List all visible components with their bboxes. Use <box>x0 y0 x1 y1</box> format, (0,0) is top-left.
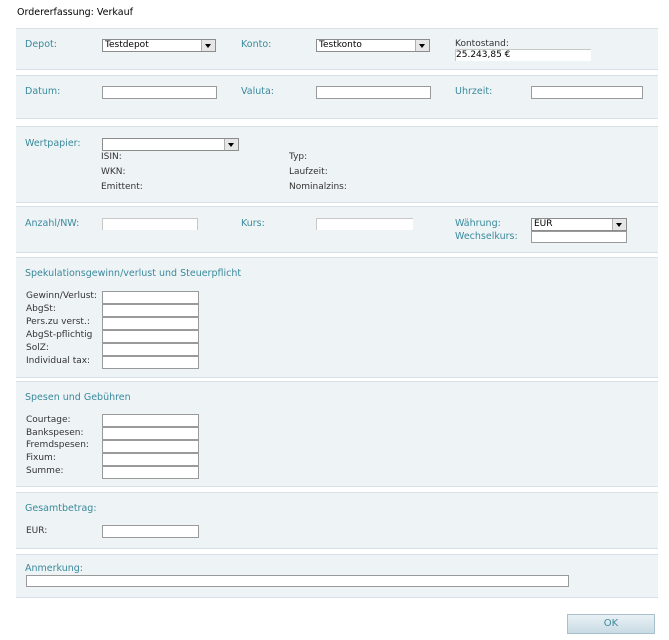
kurs-label: Kurs: <box>241 218 265 229</box>
anmerkung-input[interactable] <box>26 575 569 587</box>
spesen-heading: Spesen und Gebühren <box>25 392 131 403</box>
gesamt-panel: Gesamtbetrag: EUR: <box>16 492 658 549</box>
pers-label: Pers.zu verst.: <box>26 317 90 327</box>
kontostand-value: 25.243,85 € <box>456 50 511 60</box>
ok-button[interactable]: OK <box>567 614 655 634</box>
depot-select[interactable]: Testdepot <box>102 39 216 52</box>
courtage-input[interactable] <box>102 414 199 427</box>
waehrung-select[interactable]: EUR <box>531 218 627 231</box>
solz-label: SolZ: <box>26 343 49 353</box>
solz-input[interactable] <box>102 343 199 356</box>
wertpapier-label: Wertpapier: <box>25 138 81 149</box>
individual-tax-label: Individual tax: <box>26 356 91 366</box>
konto-value: Testkonto <box>319 40 362 50</box>
pers-input[interactable] <box>102 317 199 330</box>
gesamt-eur-input[interactable] <box>102 525 199 538</box>
gewinn-input[interactable] <box>102 291 199 304</box>
wkn-label: WKN: <box>101 167 126 177</box>
kontostand-label: Kontostand: <box>455 39 509 49</box>
kurs-input[interactable] <box>316 218 413 230</box>
fremdspesen-label: Fremdspesen: <box>26 440 89 450</box>
individual-tax-input[interactable] <box>102 356 199 369</box>
depot-value: Testdepot <box>105 40 149 50</box>
fixum-input[interactable] <box>102 453 199 466</box>
waehrung-value: EUR <box>534 219 553 229</box>
gesamt-heading: Gesamtbetrag: <box>25 503 97 514</box>
depot-label: Depot: <box>25 39 57 50</box>
fixum-label: Fixum: <box>26 453 56 463</box>
eur-label: EUR: <box>26 526 48 536</box>
order-panel: Anzahl/NW: Kurs: Währung: EUR Wechselkur… <box>16 206 658 253</box>
typ-label: Typ: <box>289 152 308 162</box>
wertpapier-select[interactable] <box>102 138 239 151</box>
konto-select[interactable]: Testkonto <box>316 39 430 52</box>
anzahl-label: Anzahl/NW: <box>25 218 80 229</box>
isin-label: ISIN: <box>101 152 122 162</box>
uhrzeit-input[interactable] <box>531 86 643 99</box>
courtage-label: Courtage: <box>26 415 71 425</box>
datum-input[interactable] <box>102 86 217 99</box>
anmerkung-panel: Anmerkung: <box>16 554 658 598</box>
chevron-down-icon[interactable] <box>415 40 429 51</box>
date-panel: Datum: Valuta: Uhrzeit: <box>16 75 658 119</box>
chevron-down-icon[interactable] <box>612 219 626 230</box>
chevron-down-icon[interactable] <box>201 40 215 51</box>
abgst-pflichtig-label: AbgSt-pflichtig <box>26 330 93 340</box>
fremdspesen-input[interactable] <box>102 440 199 453</box>
spekulation-heading: Spekulationsgewinn/verlust und Steuerpfl… <box>25 268 242 279</box>
valuta-label: Valuta: <box>241 86 274 97</box>
summe-input[interactable] <box>102 466 199 479</box>
abgst-label: AbgSt: <box>26 304 56 314</box>
spekulation-panel: Spekulationsgewinn/verlust und Steuerpfl… <box>16 257 658 378</box>
chevron-down-icon[interactable] <box>224 139 238 150</box>
bankspesen-label: Bankspesen: <box>26 428 84 438</box>
abgst-pflichtig-input[interactable] <box>102 330 199 343</box>
konto-label: Konto: <box>241 39 272 50</box>
abgst-input[interactable] <box>102 304 199 317</box>
gewinn-label: Gewinn/Verlust: <box>26 291 97 301</box>
wechselkurs-input[interactable] <box>531 231 627 243</box>
bankspesen-input[interactable] <box>102 427 199 440</box>
anzahl-input[interactable] <box>102 218 198 230</box>
nominalzins-label: Nominalzins: <box>289 182 347 192</box>
uhrzeit-label: Uhrzeit: <box>455 86 493 97</box>
account-panel: Depot: Testdepot Konto: Testkonto Kontos… <box>16 28 658 70</box>
kontostand-field: 25.243,85 € <box>455 49 591 61</box>
summe-label: Summe: <box>26 466 64 476</box>
wertpapier-panel: Wertpapier: ISIN: WKN: Emittent: Typ: La… <box>16 126 658 203</box>
anmerkung-label: Anmerkung: <box>25 563 84 574</box>
emittent-label: Emittent: <box>101 182 143 192</box>
spesen-panel: Spesen und Gebühren Courtage: Bankspesen… <box>16 381 658 487</box>
waehrung-label: Währung: <box>455 218 501 229</box>
datum-label: Datum: <box>25 86 61 97</box>
valuta-input[interactable] <box>316 86 431 99</box>
page-title: Ordererfassung: Verkauf <box>17 7 133 18</box>
wechselkurs-label: Wechselkurs: <box>455 231 518 242</box>
laufzeit-label: Laufzeit: <box>289 167 328 177</box>
